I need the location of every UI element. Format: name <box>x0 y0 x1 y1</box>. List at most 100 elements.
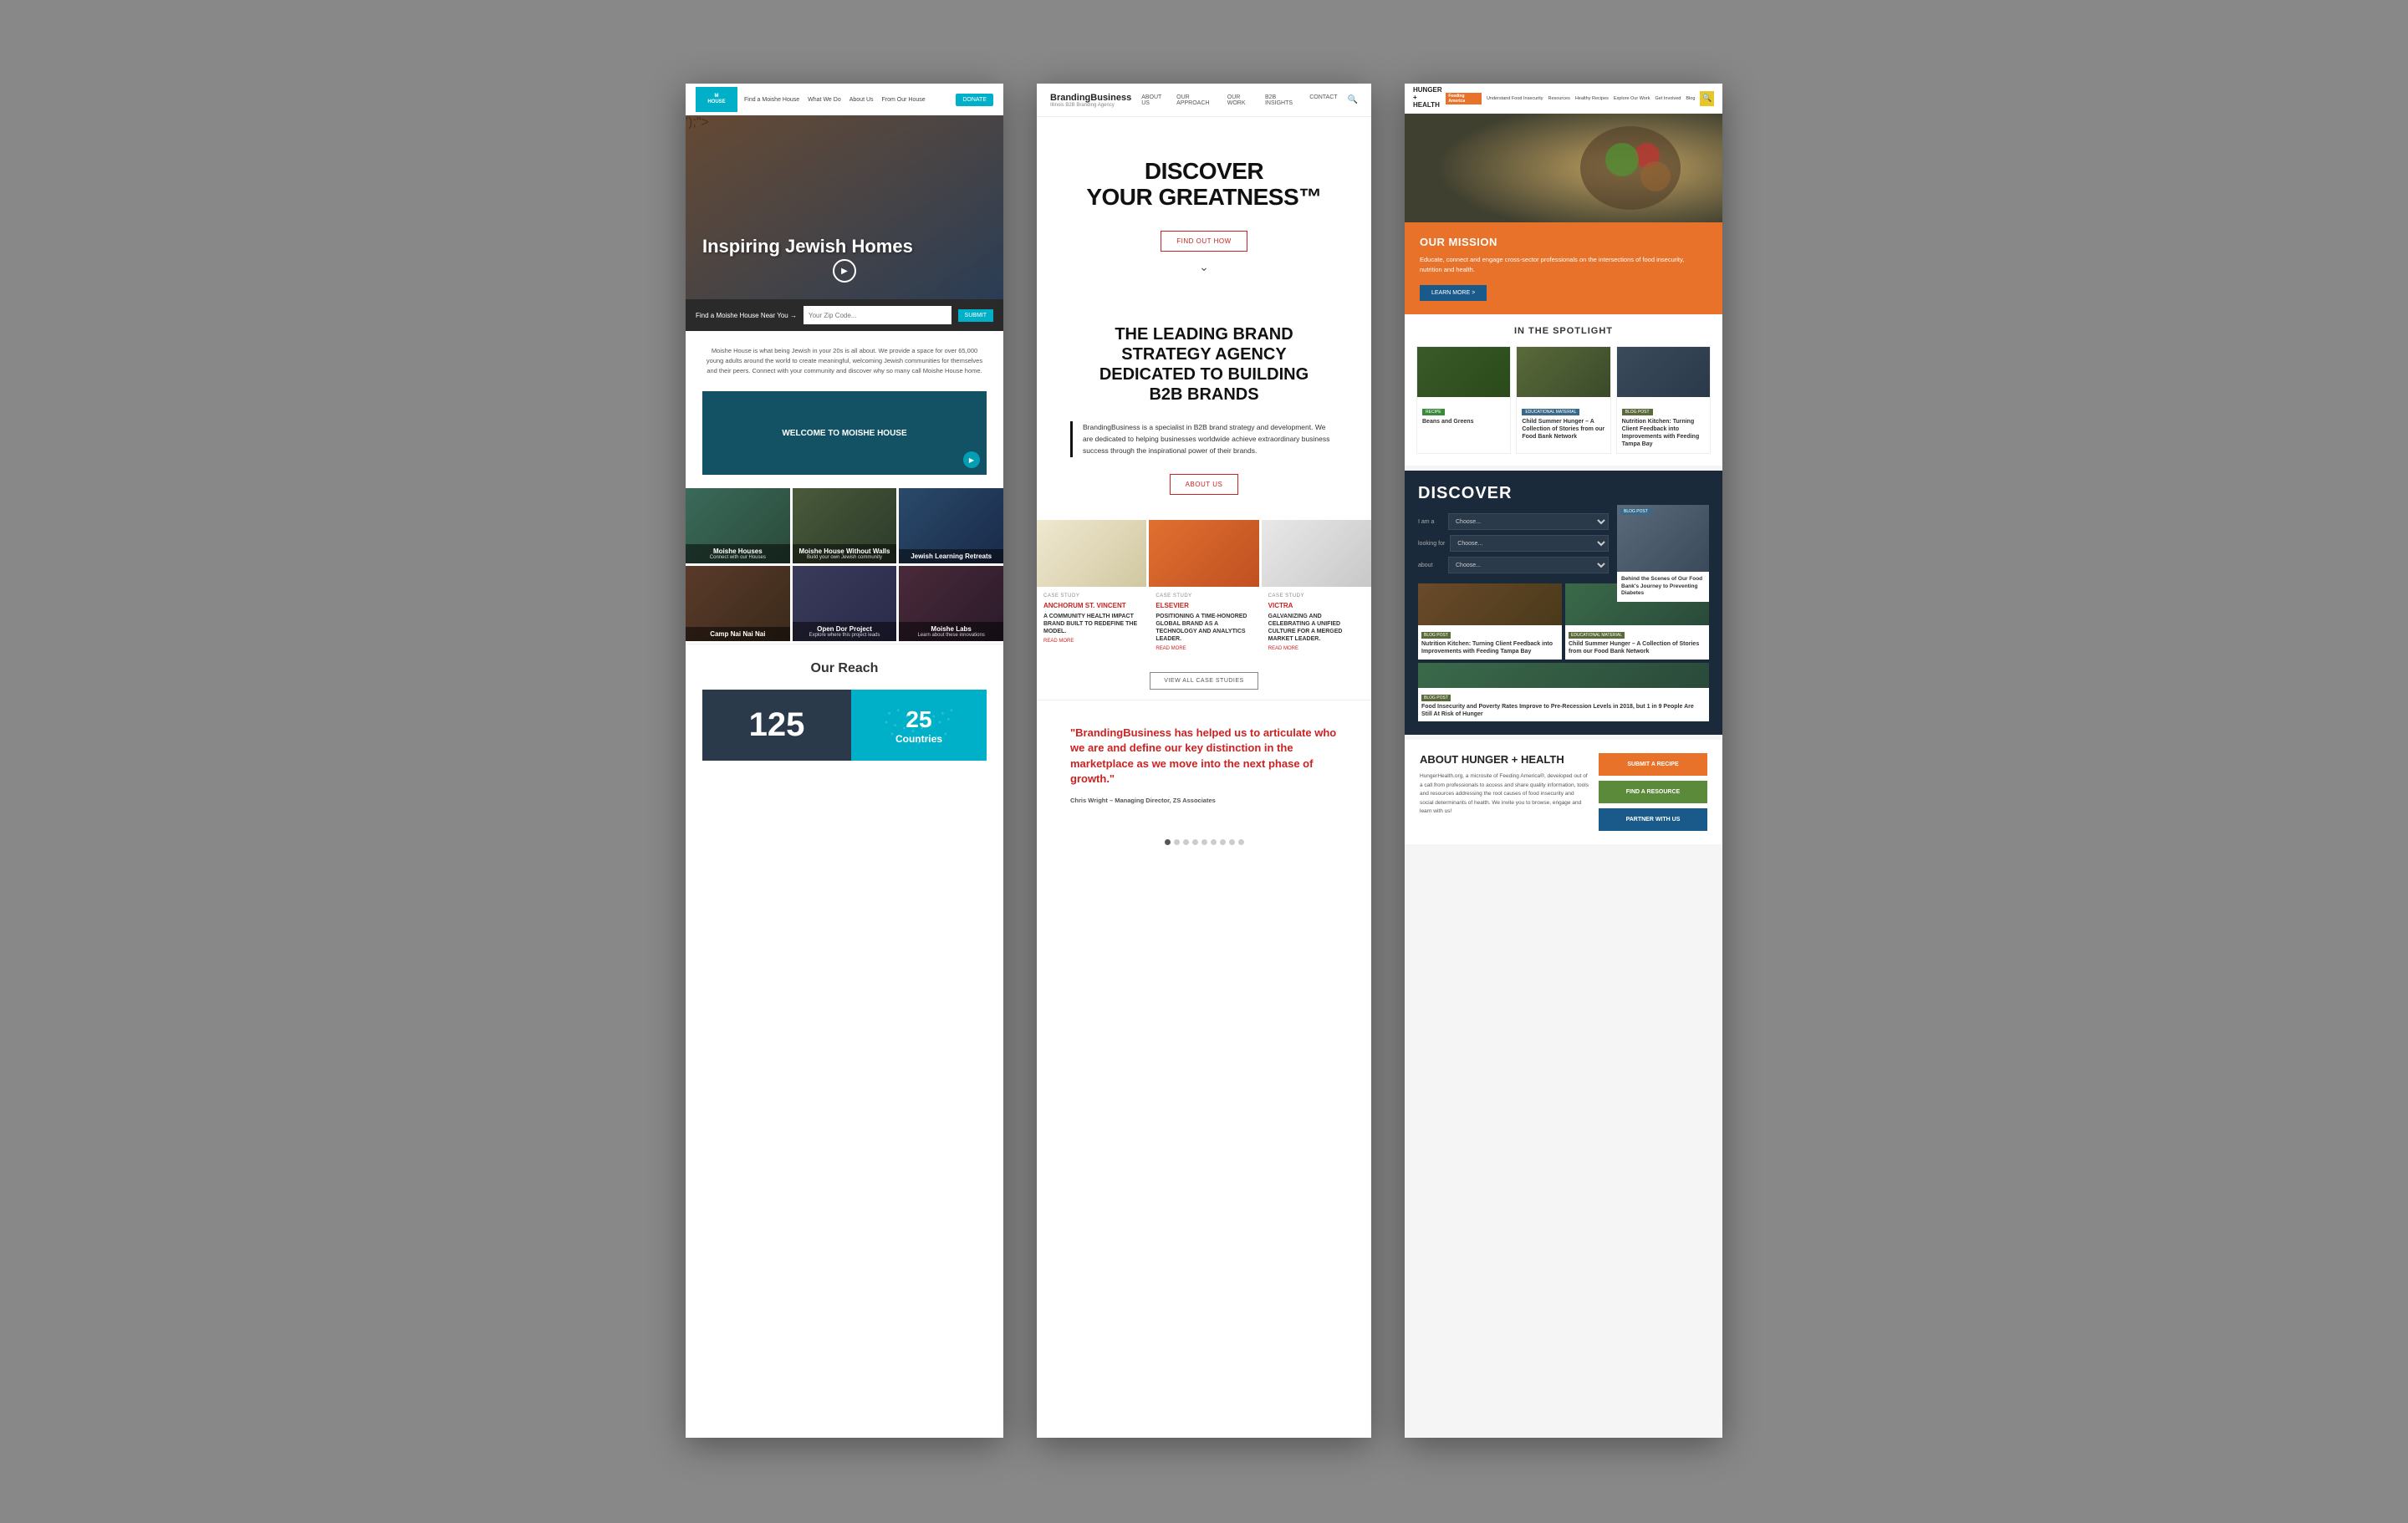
discover-row-2: looking for Choose... <box>1418 535 1609 552</box>
main-cta-title: THE LEADING BRAND STRATEGY AGENCY DEDICA… <box>1070 324 1338 405</box>
about-text: HungerHealth.org, a microsite of Feeding… <box>1420 772 1589 816</box>
discover-row-1: I am a Choose... <box>1418 513 1609 530</box>
branding-nav-approach[interactable]: OUR APPROACH <box>1176 94 1219 106</box>
case-info-2: CASE STUDY VICTRA GALVANIZING AND CELEBR… <box>1262 587 1371 658</box>
about-us-button[interactable]: ABOUT US <box>1170 474 1239 495</box>
search-icon[interactable]: 🔍 <box>1348 95 1358 104</box>
case-studies-grid: CASE STUDY ANCHORUM ST. VINCENT A COMMUN… <box>1037 520 1371 658</box>
spotlight-tag-1: EDUCATIONAL MATERIAL <box>1522 409 1579 415</box>
stat-25-countries: 25 Countries <box>851 690 987 761</box>
case-read-more-0[interactable]: READ MORE <box>1043 639 1140 644</box>
case-desc-1: POSITIONING A TIME-HONORED GLOBAL BRAND … <box>1156 613 1252 643</box>
main-cta-body: BrandingBusiness is a specialist in B2B … <box>1070 421 1338 457</box>
donate-button[interactable]: DONATE <box>956 94 993 106</box>
small-tag-1: EDUCATIONAL MATERIAL <box>1569 632 1625 639</box>
about-left: ABOUT HUNGER + HEALTH HungerHealth.org, … <box>1420 753 1589 831</box>
discover-right-title: Behind the Scenes of Our Food Bank's Jou… <box>1621 576 1705 597</box>
hunger-nav-get-involved[interactable]: Get Involved <box>1655 96 1681 101</box>
small-img-0 <box>1418 583 1562 625</box>
find-resource-button[interactable]: FIND A RESOURCE <box>1599 781 1707 803</box>
reach-section: Our Reach 125 <box>686 644 1003 777</box>
hero-title: Inspiring Jewish Homes <box>702 236 913 257</box>
tile-jewish-learning[interactable]: Jewish Learning Retreats <box>899 488 1003 563</box>
hunger-nav: HUNGER + HEALTH Feeding America Understa… <box>1405 84 1722 114</box>
hunger-nav-explore[interactable]: Explore Our Work <box>1614 96 1650 101</box>
nav-link-from[interactable]: From Our House <box>882 97 926 103</box>
testimonial-section: "BrandingBusiness has helped us to artic… <box>1037 700 1371 829</box>
dot-5[interactable] <box>1201 839 1207 845</box>
about-cta-buttons: SUBMIT A RECIPE FIND A RESOURCE PARTNER … <box>1599 753 1707 831</box>
discover-label-3: about <box>1418 563 1443 568</box>
submit-recipe-button[interactable]: SUBMIT A RECIPE <box>1599 753 1707 776</box>
dot-2[interactable] <box>1174 839 1180 845</box>
moishe-house-card: MHOUSE Find a Moishe House What We Do Ab… <box>686 84 1003 1438</box>
spotlight-card-1: EDUCATIONAL MATERIAL Child Summer Hunger… <box>1516 346 1610 454</box>
play-button[interactable]: ▶ <box>833 259 856 283</box>
tile-label-1: Moishe Houses Connect with our Houses <box>686 544 790 563</box>
reach-stats: 125 <box>702 690 987 761</box>
branding-nav-work[interactable]: OUR WORK <box>1227 94 1257 106</box>
discover-label-1: I am a <box>1418 519 1443 525</box>
hunger-search-button[interactable]: 🔍 <box>1700 91 1714 106</box>
spotlight-card-0: RECIPE Beans and Greens <box>1416 346 1511 454</box>
tile-camp[interactable]: Camp Nai Nai Nai <box>686 566 790 641</box>
branding-logo-area: BrandingBusiness Illinois B2B Branding A… <box>1050 93 1131 108</box>
tile-moishe-walls[interactable]: Moishe House Without Walls Build your ow… <box>793 488 897 563</box>
scroll-chevron: ⌄ <box>1070 260 1338 274</box>
spotlight-img-2 <box>1617 347 1710 397</box>
partner-with-us-button[interactable]: PARTNER WITH US <box>1599 808 1707 831</box>
branding-nav-b2b[interactable]: B2B INSIGHTS <box>1265 94 1301 106</box>
nav-link-what[interactable]: What We Do <box>808 97 841 103</box>
small-tag-0: BLOG POST <box>1421 632 1451 639</box>
discover-select-2[interactable]: Choose... <box>1450 535 1609 552</box>
discover-title: DISCOVER <box>1418 484 1709 503</box>
dot-6[interactable] <box>1211 839 1217 845</box>
tile-moishe-houses[interactable]: Moishe Houses Connect with our Houses <box>686 488 790 563</box>
tile-open-dor[interactable]: Open Dor Project Explore where this proj… <box>793 566 897 641</box>
hunger-logo-feeding: Feeding America <box>1446 93 1482 104</box>
about-title: ABOUT HUNGER + HEALTH <box>1420 753 1589 767</box>
spotlight-card-2: BLOG POST Nutrition Kitchen: Turning Cli… <box>1616 346 1711 454</box>
search-input[interactable] <box>804 306 951 324</box>
dot-3[interactable] <box>1183 839 1189 845</box>
tile-moishe-labs[interactable]: Moishe Labs Learn about these innovation… <box>899 566 1003 641</box>
discover-right-card: BLOG POST Behind the Scenes of Our Food … <box>1617 505 1709 601</box>
dot-1[interactable] <box>1165 839 1171 845</box>
learn-more-button[interactable]: LEARN MORE > <box>1420 285 1487 301</box>
case-company-2: VICTRA <box>1268 602 1365 609</box>
discover-inner: I am a Choose... looking for Choose... <box>1418 513 1709 573</box>
nav-link-about[interactable]: About Us <box>849 97 874 103</box>
dot-7[interactable] <box>1220 839 1226 845</box>
about-section: ABOUT HUNGER + HEALTH HungerHealth.org, … <box>1405 740 1722 844</box>
reach-title: Our Reach <box>702 661 987 676</box>
hunger-nav-recipes[interactable]: Healthy Recipes <box>1575 96 1609 101</box>
dot-4[interactable] <box>1192 839 1198 845</box>
hunger-nav-links: Understand Food Insecurity Resources Hea… <box>1487 96 1695 101</box>
dot-9[interactable] <box>1238 839 1244 845</box>
video-block[interactable]: WELCOME TO MOISHE HOUSE ▶ <box>702 391 987 475</box>
testimonial-quote: "BrandingBusiness has helped us to artic… <box>1070 726 1338 787</box>
spotlight-card-title-1: Child Summer Hunger – A Collection of St… <box>1522 418 1604 441</box>
discover-select-3[interactable]: Choose... <box>1448 557 1609 573</box>
hunger-nav-resources[interactable]: Resources <box>1548 96 1570 101</box>
search-submit-button[interactable]: SUBMIT <box>958 309 993 322</box>
branding-nav-contact[interactable]: CONTACT <box>1309 94 1337 106</box>
spotlight-tag-0: RECIPE <box>1422 409 1445 415</box>
mission-title: OUR MISSION <box>1420 236 1707 248</box>
small-title-2: Food Insecurity and Poverty Rates Improv… <box>1418 703 1709 721</box>
video-play-button[interactable]: ▶ <box>963 451 980 468</box>
branding-nav-about[interactable]: ABOUT US <box>1141 94 1168 106</box>
hunger-nav-blog[interactable]: Blog <box>1686 96 1695 101</box>
dot-8[interactable] <box>1229 839 1235 845</box>
discover-select-1[interactable]: Choose... <box>1448 513 1609 530</box>
nav-link-find[interactable]: Find a Moishe House <box>744 97 799 103</box>
case-read-more-2[interactable]: READ MORE <box>1268 646 1365 651</box>
hunger-nav-understand[interactable]: Understand Food Insecurity <box>1487 96 1543 101</box>
case-info-1: CASE STUDY ELSEVIER POSITIONING A TIME-H… <box>1149 587 1258 658</box>
find-out-how-button[interactable]: FIND OUT HOW <box>1161 231 1247 252</box>
case-read-more-1[interactable]: READ MORE <box>1156 646 1252 651</box>
branding-logo-sub: Illinois B2B Branding Agency <box>1050 103 1131 108</box>
branding-logo: BrandingBusiness <box>1050 93 1131 103</box>
view-all-button[interactable]: VIEW ALL CASE STUDIES <box>1150 672 1258 690</box>
main-cta-text: BrandingBusiness is a specialist in B2B … <box>1083 421 1338 457</box>
